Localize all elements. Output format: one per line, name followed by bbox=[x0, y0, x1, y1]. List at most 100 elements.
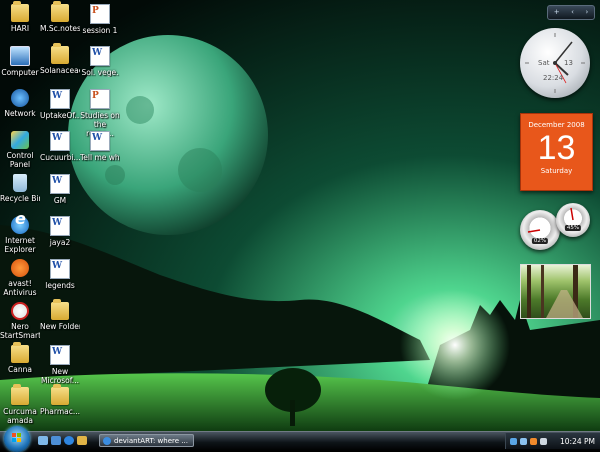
desktop-icon-new-folder[interactable]: New Folder bbox=[40, 299, 80, 331]
taskbar-clock[interactable]: 10:24 PM bbox=[560, 437, 595, 446]
desktop-icon-jaya2[interactable]: jaya2 bbox=[40, 216, 80, 247]
word-document-icon bbox=[90, 131, 110, 151]
avast-icon bbox=[11, 259, 29, 277]
calendar-day-number: 13 bbox=[537, 129, 576, 167]
folder-icon bbox=[51, 299, 69, 320]
system-tray: 10:24 PM bbox=[505, 433, 600, 449]
desktop-icon-curcuma[interactable]: Curcuma amada bbox=[0, 384, 40, 425]
desktop-icon-pharmac[interactable]: Pharmac... bbox=[40, 384, 80, 416]
folder-quicklaunch-icon[interactable] bbox=[77, 436, 87, 445]
desktop-icon-label: Pharmac... bbox=[40, 407, 80, 416]
previous-page-button[interactable]: ‹ bbox=[571, 6, 574, 19]
desktop-icon-label: Internet Explorer bbox=[4, 236, 36, 254]
desktop-icon-label: Solanaceae bbox=[40, 66, 80, 75]
desktop-icon-solanaceae[interactable]: Solanaceae bbox=[40, 43, 80, 75]
desktop-icon-label: Control Panel bbox=[6, 151, 34, 169]
word-document-icon bbox=[90, 46, 110, 66]
desktop-icon-tell-me-why[interactable]: Tell me why bbox=[80, 131, 120, 162]
computer-icon bbox=[10, 46, 30, 66]
clock-face-icon bbox=[525, 33, 585, 93]
clock-gadget[interactable]: Sat 13 22:24 bbox=[520, 28, 590, 98]
folder-icon bbox=[11, 1, 29, 22]
sidebar-controls: + ‹ › bbox=[547, 5, 595, 20]
calendar-month: December 2008 bbox=[528, 121, 585, 129]
desktop-icon-label: M.Sc.notes bbox=[40, 24, 80, 33]
desktop-icon-label: UptakeOf... bbox=[40, 111, 80, 120]
desktop-icon-hari[interactable]: HARI bbox=[0, 1, 40, 33]
desktop-icon-label: Canna bbox=[8, 365, 32, 374]
language-icon[interactable] bbox=[510, 438, 517, 445]
nero-icon bbox=[11, 302, 29, 320]
desktop-icon-internet-explorer[interactable]: Internet Explorer bbox=[0, 214, 40, 254]
desktop-icon-legends[interactable]: legends bbox=[40, 259, 80, 290]
word-document-icon bbox=[50, 259, 70, 279]
desktop-icon-uptake[interactable]: UptakeOf... bbox=[40, 89, 80, 120]
show-desktop-icon[interactable] bbox=[38, 436, 48, 445]
desktop-icon-label: New Microsof... bbox=[41, 367, 79, 385]
calendar-gadget[interactable]: December 2008 13 Saturday bbox=[520, 113, 593, 191]
word-document-icon bbox=[50, 89, 70, 109]
clock-time-label: 22:24 bbox=[543, 74, 564, 82]
desktop-icon-label: session 1 bbox=[82, 26, 118, 35]
internet-explorer-quicklaunch-icon[interactable] bbox=[64, 436, 74, 445]
clock-day-label: Sat bbox=[538, 59, 550, 67]
forest-photo bbox=[527, 265, 583, 318]
desktop-icon-avast[interactable]: avast! Antivirus bbox=[0, 259, 40, 297]
network-tray-icon[interactable] bbox=[520, 438, 527, 445]
desktop-icon-gm[interactable]: GM bbox=[40, 174, 80, 205]
taskbar-button-deviantart[interactable]: deviantART: where ... bbox=[99, 434, 194, 447]
add-gadget-button[interactable]: + bbox=[554, 6, 560, 19]
desktop-icon-label: Network bbox=[4, 109, 36, 118]
desktop-icon-label: HARI bbox=[10, 24, 30, 33]
desktop-icon-msc-notes[interactable]: M.Sc.notes bbox=[40, 1, 80, 33]
desktop-icon-network[interactable]: Network bbox=[0, 89, 40, 118]
cpu-meter-gauge[interactable]: 02% bbox=[520, 210, 560, 250]
gauge-needle-icon bbox=[570, 207, 574, 221]
folder-icon bbox=[51, 384, 69, 405]
desktop-icon-computer[interactable]: Computer bbox=[0, 46, 40, 77]
desktop-icon-label: Nero StartSmart bbox=[0, 322, 40, 340]
slideshow-gadget[interactable] bbox=[520, 264, 591, 319]
folder-icon bbox=[11, 384, 29, 405]
powerpoint-document-icon bbox=[90, 89, 110, 109]
antivirus-tray-icon[interactable] bbox=[530, 438, 537, 445]
next-page-button[interactable]: › bbox=[585, 6, 588, 19]
gauge-needle-icon bbox=[527, 229, 541, 233]
memory-value: 45% bbox=[564, 225, 582, 231]
recycle-bin-icon bbox=[13, 174, 27, 192]
desktop-icon-label: New Folder bbox=[40, 322, 80, 331]
windows-logo-icon bbox=[12, 433, 22, 443]
switch-windows-icon[interactable] bbox=[51, 436, 61, 445]
internet-explorer-icon bbox=[11, 214, 29, 234]
desktop-icon-label: Sol. vege. bbox=[81, 68, 119, 77]
desktop-icon-session-1[interactable]: session 1 bbox=[80, 4, 120, 35]
desktop-icon-recycle-bin[interactable]: Recycle Bin bbox=[0, 174, 40, 203]
desktop-icon-control-panel[interactable]: Control Panel bbox=[0, 131, 40, 169]
desktop-icon-label: Cucuurbi... bbox=[40, 153, 80, 162]
start-button[interactable] bbox=[4, 426, 30, 452]
word-document-icon bbox=[50, 131, 70, 151]
memory-meter-gauge[interactable]: 45% bbox=[556, 203, 590, 237]
desktop-icon-label: GM bbox=[53, 196, 67, 205]
desktop-icon-label: Curcuma amada bbox=[3, 407, 37, 425]
taskbar-button-label: deviantART: where ... bbox=[114, 437, 188, 445]
internet-explorer-icon bbox=[103, 437, 111, 445]
desktop-icon-cucuurbi[interactable]: Cucuurbi... bbox=[40, 131, 80, 162]
desktop-icon-label: Computer bbox=[1, 68, 39, 77]
folder-icon bbox=[11, 342, 29, 363]
folder-icon bbox=[51, 43, 69, 64]
desktop-icon-canna[interactable]: Canna bbox=[0, 342, 40, 374]
calendar-weekday: Saturday bbox=[540, 167, 573, 175]
network-icon bbox=[11, 89, 29, 107]
desktop-icon-nero[interactable]: Nero StartSmart bbox=[0, 302, 40, 340]
cpu-value: 02% bbox=[531, 238, 549, 244]
word-document-icon bbox=[50, 174, 70, 194]
folder-icon bbox=[51, 1, 69, 22]
powerpoint-document-icon bbox=[90, 4, 110, 24]
volume-icon[interactable] bbox=[540, 438, 547, 445]
desktop-icon-new-microsoft[interactable]: New Microsof... bbox=[40, 345, 80, 385]
desktop-icon-label: legends bbox=[45, 281, 75, 290]
desktop-icon-sol-vege[interactable]: Sol. vege. bbox=[80, 46, 120, 77]
desktop-icon-label: jaya2 bbox=[49, 238, 71, 247]
clock-date-label: 13 bbox=[564, 59, 573, 67]
